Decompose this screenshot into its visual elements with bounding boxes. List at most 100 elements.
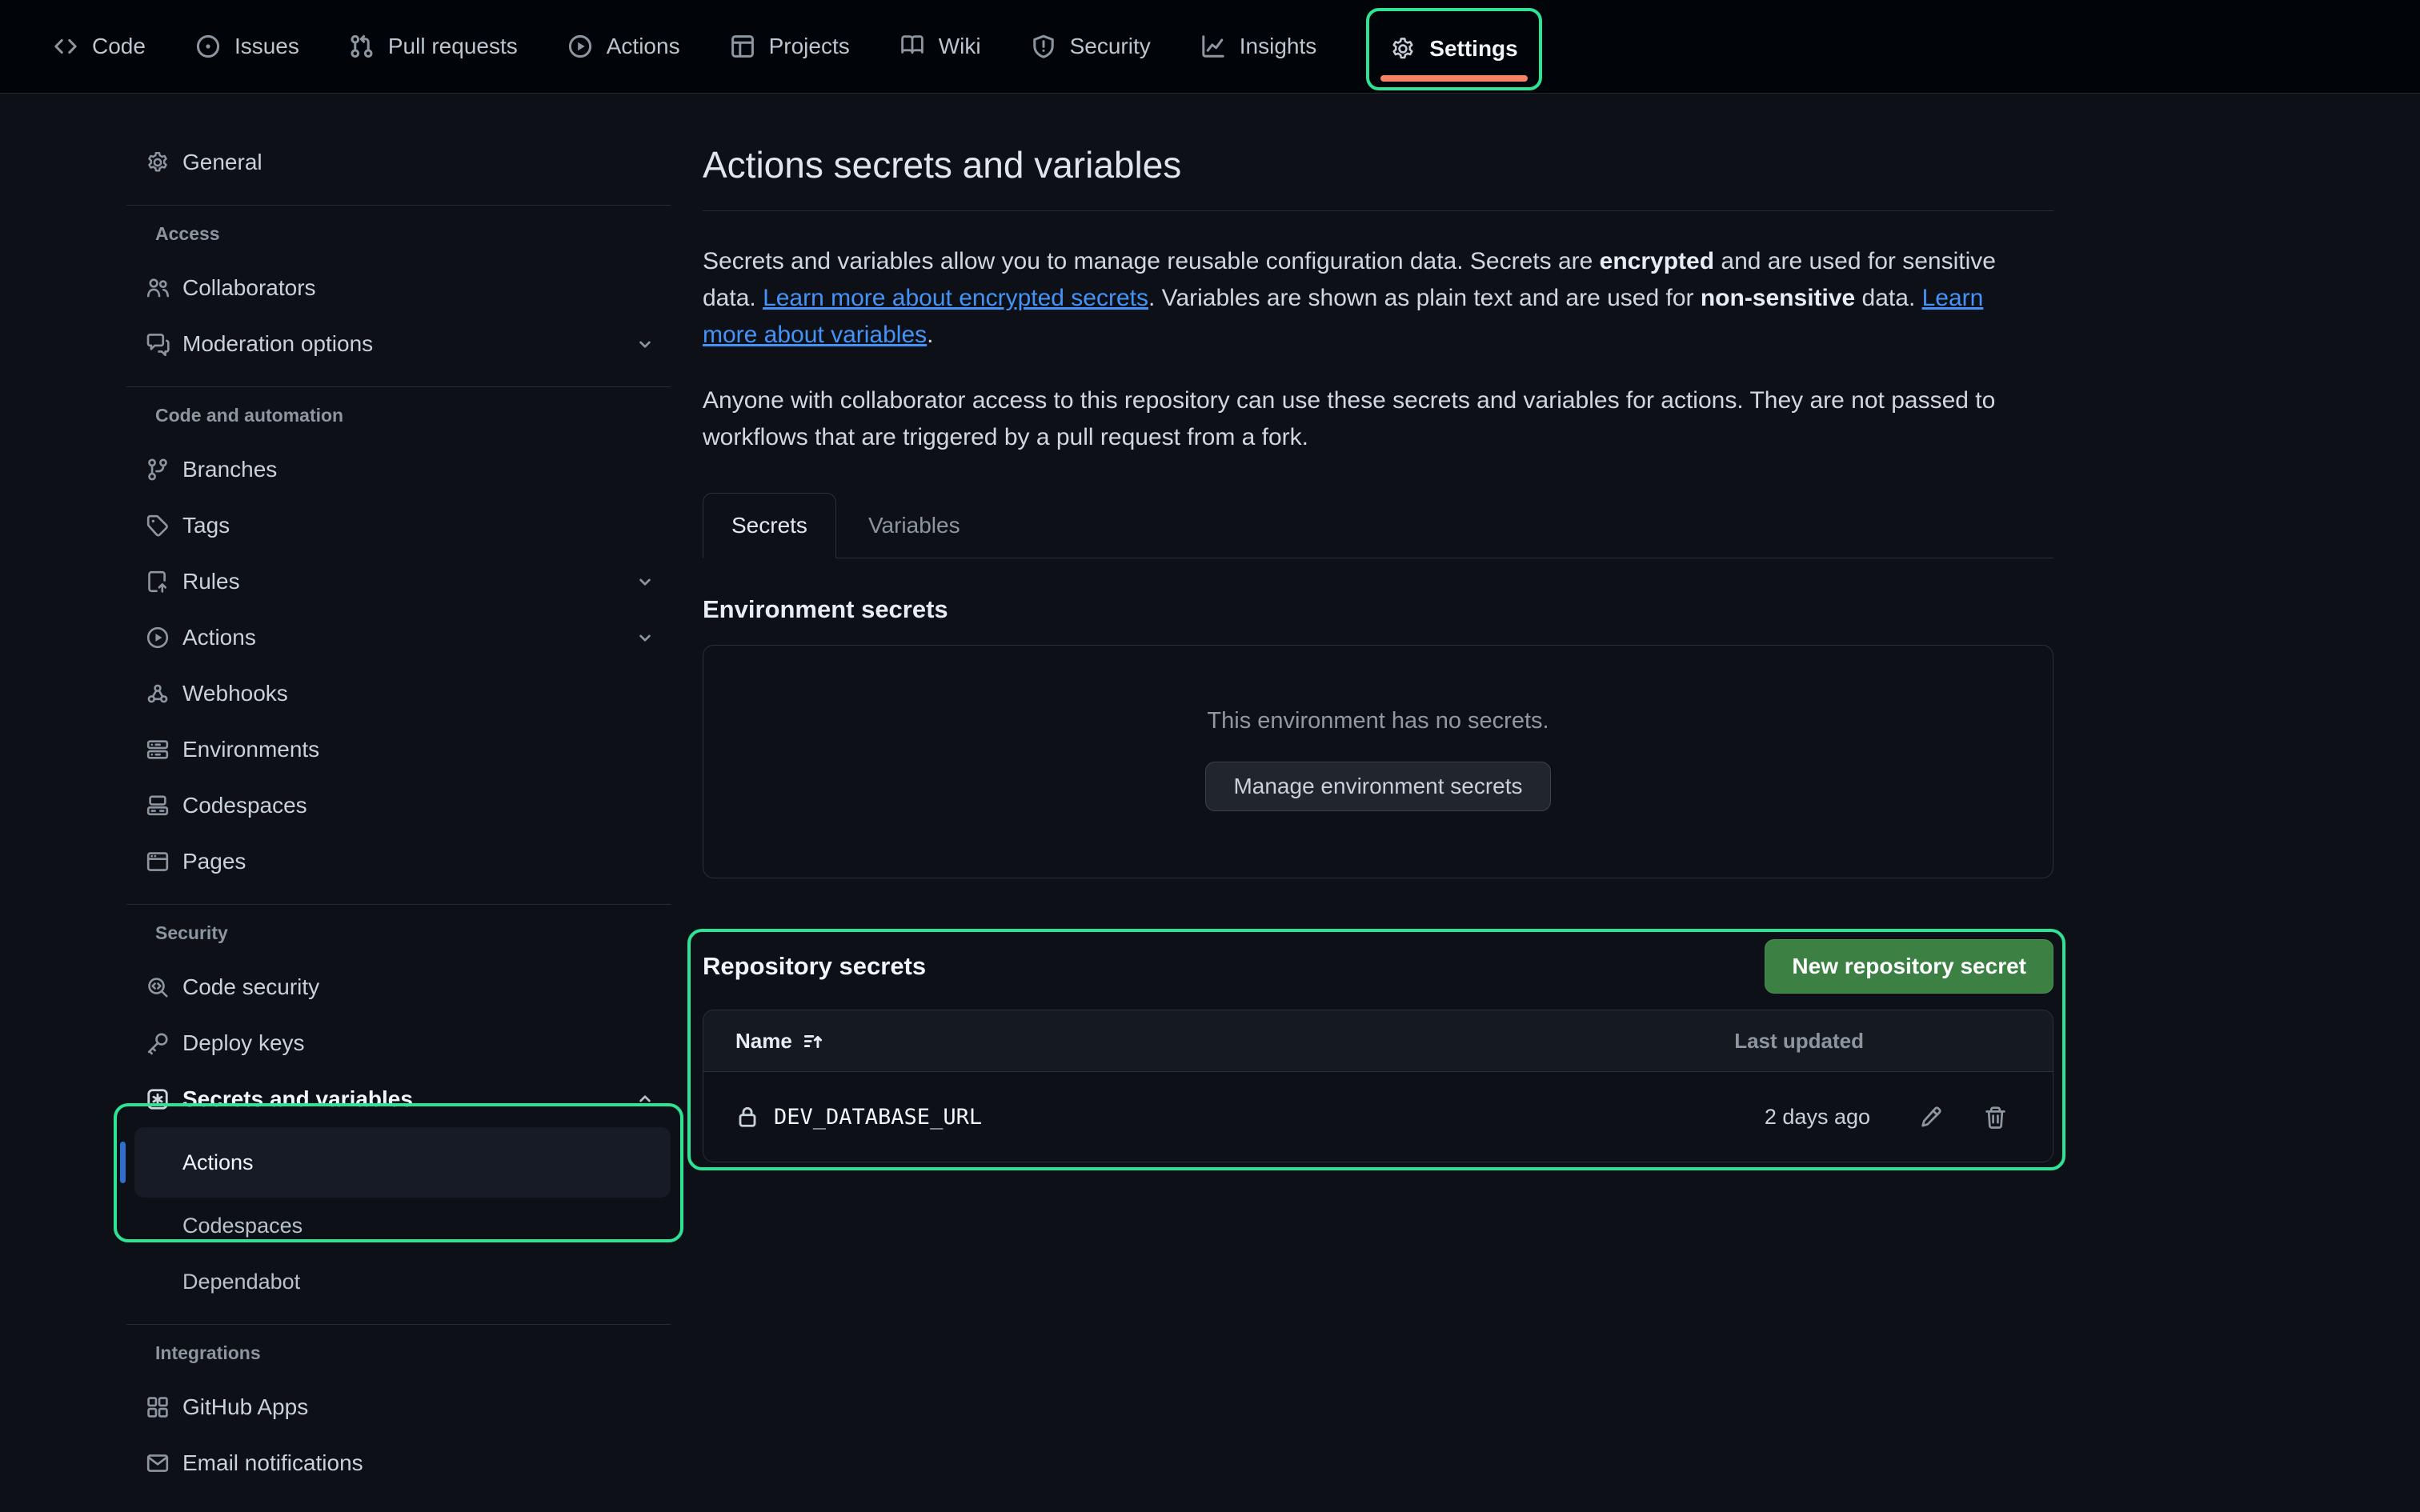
sidebar-item-email-notifications[interactable]: Email notifications xyxy=(126,1435,671,1491)
key-asterisk-icon xyxy=(146,1087,170,1111)
sidebar-item-label: General xyxy=(182,150,262,175)
people-icon xyxy=(146,276,170,300)
sidebar-divider xyxy=(126,1324,671,1325)
codescan-icon xyxy=(146,975,170,999)
play-icon xyxy=(146,626,170,650)
sidebar-subitem-actions[interactable]: Actions xyxy=(134,1127,671,1198)
tab-variables[interactable]: Variables xyxy=(836,493,992,558)
book-icon xyxy=(899,34,925,59)
last-updated-column-header: Last updated xyxy=(1734,1029,1864,1054)
sidebar-item-codespaces[interactable]: Codespaces xyxy=(126,778,671,834)
chevron-down-icon xyxy=(635,628,655,647)
intro-bold-encrypted: encrypted xyxy=(1600,248,1714,274)
codespaces-icon xyxy=(146,794,170,818)
browser-icon xyxy=(146,850,170,874)
main-content: Actions secrets and variables Secrets an… xyxy=(703,94,2053,1162)
nav-tab-insights[interactable]: Insights xyxy=(1200,34,1317,59)
sidebar-section-integrations: Integrations xyxy=(126,1339,671,1366)
sidebar-section-security: Security xyxy=(126,919,671,946)
sidebar-item-rules[interactable]: Rules xyxy=(126,554,671,610)
intro-text: data. xyxy=(1855,285,1921,311)
repo-push-icon xyxy=(146,570,170,594)
nav-tab-wiki[interactable]: Wiki xyxy=(899,34,981,59)
sidebar-item-label: Collaborators xyxy=(182,275,316,301)
environment-secrets-heading: Environment secrets xyxy=(703,595,2053,624)
sidebar-item-label: Email notifications xyxy=(182,1450,363,1476)
sidebar-divider xyxy=(126,386,671,387)
sidebar-divider xyxy=(126,205,671,206)
intro-text: Secrets and variables allow you to manag… xyxy=(703,248,1600,274)
sidebar-item-actions[interactable]: Actions xyxy=(126,610,671,666)
sidebar-subitem-codespaces[interactable]: Codespaces xyxy=(134,1198,671,1254)
sidebar-item-label: Branches xyxy=(182,457,277,482)
chevron-down-icon xyxy=(635,572,655,591)
nav-tab-settings[interactable]: Settings xyxy=(1390,36,1517,62)
shield-icon xyxy=(1031,34,1056,59)
nav-tab-pull-requests[interactable]: Pull requests xyxy=(349,34,518,59)
nav-tab-actions[interactable]: Actions xyxy=(567,34,680,59)
intro-text: . xyxy=(927,322,933,348)
secrets-variables-tabbar: Secrets Variables xyxy=(703,493,2053,558)
sidebar-item-label: Webhooks xyxy=(182,681,288,706)
sidebar-item-environments[interactable]: Environments xyxy=(126,722,671,778)
intro-paragraph: Secrets and variables allow you to manag… xyxy=(703,243,2039,354)
nav-tab-label: Issues xyxy=(234,34,299,59)
nav-tab-label: Settings xyxy=(1429,36,1517,62)
sidebar-item-label: Code security xyxy=(182,974,319,1000)
collaborator-access-paragraph: Anyone with collaborator access to this … xyxy=(703,382,2039,456)
intro-bold-non-sensitive: non-sensitive xyxy=(1701,285,1855,311)
apps-icon xyxy=(146,1395,170,1419)
sort-by-name-header[interactable]: Name xyxy=(735,1029,823,1054)
nav-tab-projects[interactable]: Projects xyxy=(730,34,850,59)
repo-nav-bar: Code Issues Pull requests Actions Projec… xyxy=(0,0,2420,94)
sidebar-item-label: Dependabot xyxy=(182,1270,300,1294)
sidebar-item-label: Tags xyxy=(182,513,230,538)
sidebar-item-label: Codespaces xyxy=(182,1214,302,1238)
manage-environment-secrets-button[interactable]: Manage environment secrets xyxy=(1205,762,1550,811)
environment-empty-message: This environment has no secrets. xyxy=(703,708,2053,734)
sidebar-section-access: Access xyxy=(126,220,671,247)
sidebar-item-label: Deploy keys xyxy=(182,1030,305,1056)
sidebar-item-label: Actions xyxy=(182,625,256,650)
server-icon xyxy=(146,738,170,762)
sidebar-item-label: Pages xyxy=(182,849,246,874)
issue-opened-icon xyxy=(195,34,221,59)
secret-last-updated: 2 days ago xyxy=(1765,1105,1870,1130)
secret-name: DEV_DATABASE_URL xyxy=(774,1105,982,1130)
nav-tab-label: Code xyxy=(92,34,146,59)
sidebar-subitem-dependabot[interactable]: Dependabot xyxy=(134,1254,671,1310)
tab-secrets[interactable]: Secrets xyxy=(703,493,836,558)
chevron-up-icon xyxy=(635,1090,655,1109)
sidebar-item-general[interactable]: General xyxy=(126,134,671,190)
nav-tab-security[interactable]: Security xyxy=(1031,34,1151,59)
sidebar-item-moderation-options[interactable]: Moderation options xyxy=(126,316,671,372)
sidebar-item-branches[interactable]: Branches xyxy=(126,442,671,498)
sort-ascending-icon xyxy=(802,1030,823,1052)
sidebar-item-github-apps[interactable]: GitHub Apps xyxy=(126,1379,671,1435)
sidebar-item-tags[interactable]: Tags xyxy=(126,498,671,554)
nav-tab-code[interactable]: Code xyxy=(53,34,146,59)
sidebar-item-pages[interactable]: Pages xyxy=(126,834,671,890)
sidebar-item-webhooks[interactable]: Webhooks xyxy=(126,666,671,722)
sidebar-item-deploy-keys[interactable]: Deploy keys xyxy=(126,1015,671,1071)
page-title: Actions secrets and variables xyxy=(703,142,2053,188)
sidebar-item-code-security[interactable]: Code security xyxy=(126,959,671,1015)
code-icon xyxy=(53,34,78,59)
delete-secret-button[interactable] xyxy=(1983,1105,2008,1130)
sidebar-item-label: Actions xyxy=(182,1150,254,1175)
active-tab-underline xyxy=(1380,75,1527,82)
link-encrypted-secrets[interactable]: Learn more about encrypted secrets xyxy=(763,285,1148,311)
sidebar-item-collaborators[interactable]: Collaborators xyxy=(126,260,671,316)
repository-secrets-header: Repository secrets New repository secret xyxy=(703,939,2053,994)
sidebar-item-secrets-and-variables[interactable]: Secrets and variables xyxy=(126,1071,671,1127)
nav-tab-issues[interactable]: Issues xyxy=(195,34,299,59)
new-repository-secret-button[interactable]: New repository secret xyxy=(1765,939,2053,994)
intro-text: . Variables are shown as plain text and … xyxy=(1148,285,1701,311)
name-column-header: Name xyxy=(735,1029,792,1054)
sidebar-item-label: Codespaces xyxy=(182,793,307,818)
key-icon xyxy=(146,1031,170,1055)
chevron-down-icon xyxy=(635,334,655,354)
edit-secret-button[interactable] xyxy=(1918,1105,1943,1130)
graph-icon xyxy=(1200,34,1226,59)
gear-icon xyxy=(146,150,170,174)
